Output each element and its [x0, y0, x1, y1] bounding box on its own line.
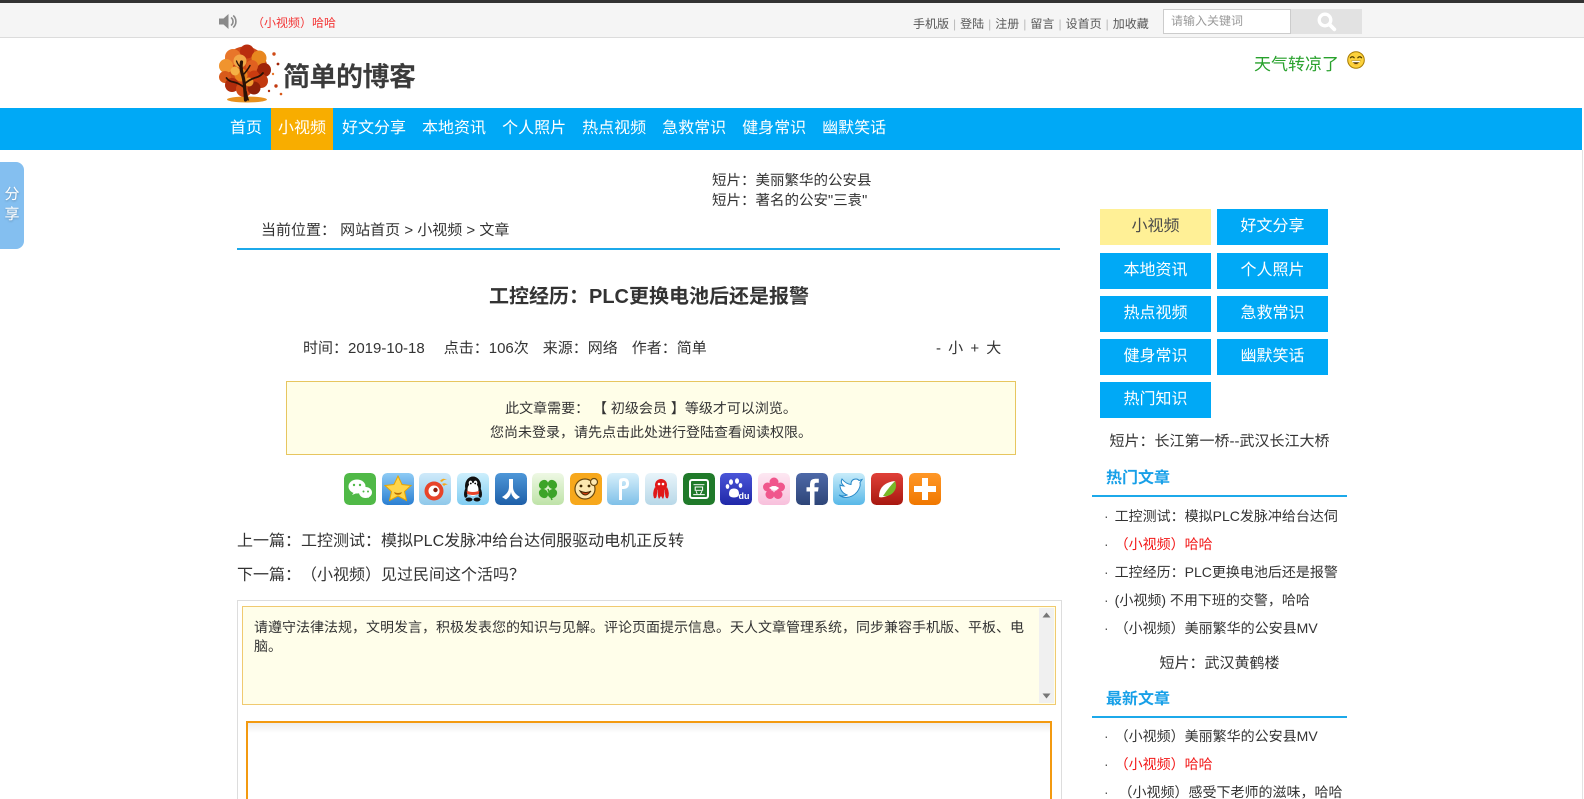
svg-text:du: du: [739, 491, 750, 501]
svg-text:豆: 豆: [692, 480, 705, 499]
